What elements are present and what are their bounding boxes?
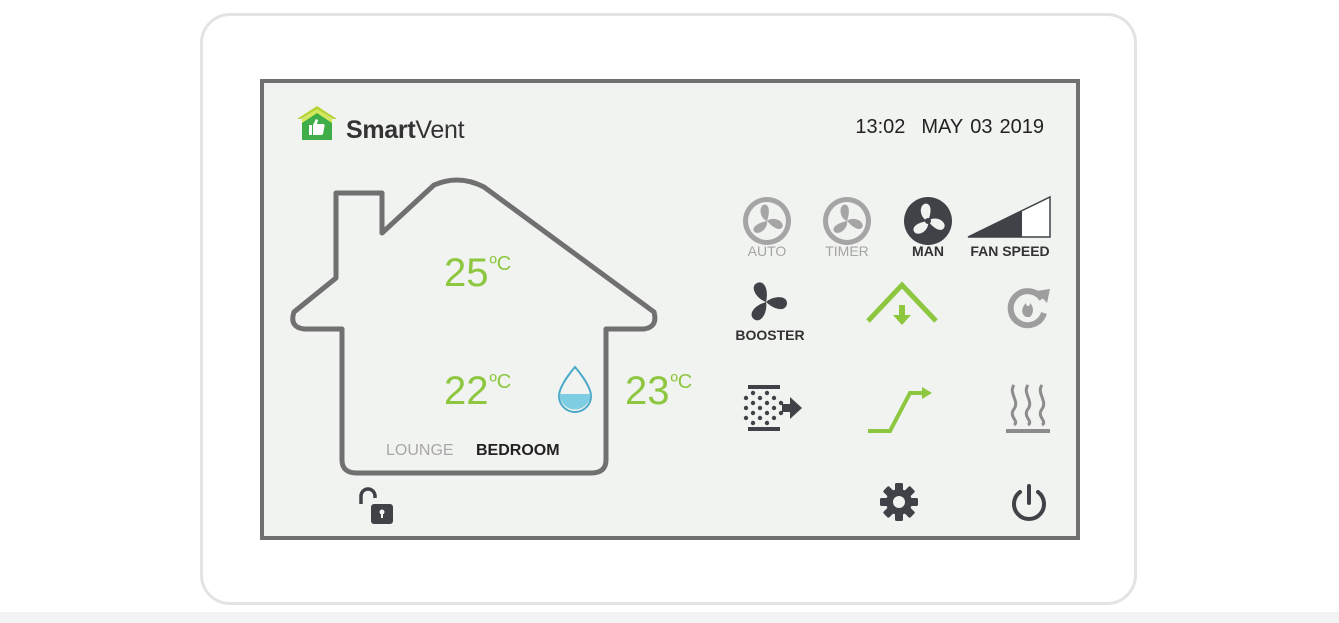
fan-speed-ramp-icon	[967, 195, 1051, 238]
ramp-button[interactable]	[866, 379, 934, 437]
top-temp-unit: ºC	[489, 253, 512, 275]
time-text: 13:02	[855, 116, 906, 138]
heat-waves-icon	[1006, 384, 1050, 433]
fan-icon	[823, 197, 871, 245]
year-text: 2019	[999, 116, 1045, 138]
right-temp-unit: ºC	[670, 371, 693, 393]
summer-bypass-button[interactable]	[864, 279, 940, 329]
left-temperature: 22ºC	[444, 369, 511, 414]
page-bottom-strip	[0, 612, 1339, 623]
unlocked-padlock-icon[interactable]	[356, 484, 396, 528]
left-temp-value: 22	[444, 369, 489, 413]
fan-speed-button[interactable]	[966, 195, 1052, 239]
fan-icon	[743, 197, 791, 245]
day-text: 03	[970, 116, 993, 138]
filter-button[interactable]	[742, 383, 804, 433]
datetime-display: 13:02 MAY 03 2019	[855, 116, 1044, 139]
booster-label: BOOSTER	[735, 327, 805, 343]
gear-icon	[880, 483, 918, 521]
roof-down-arrow-icon	[866, 281, 938, 325]
refresh-flame-icon	[1007, 288, 1050, 329]
water-drop-icon	[556, 365, 594, 413]
top-temperature: 25ºC	[444, 251, 511, 296]
left-temp-unit: ºC	[489, 371, 512, 393]
heating-button[interactable]	[1004, 381, 1054, 437]
manual-mode-button[interactable]	[902, 195, 954, 247]
filter-arrow-icon	[743, 385, 802, 431]
right-temperature: 23ºC	[625, 369, 692, 414]
room-lounge-tab[interactable]: LOUNGE	[386, 442, 454, 460]
timer-mode-button[interactable]	[821, 195, 873, 247]
timer-mode-label: TIMER	[825, 243, 869, 259]
month-text: MAY	[921, 116, 964, 138]
fan-icon	[751, 282, 787, 321]
room-bedroom-tab[interactable]: BEDROOM	[476, 442, 560, 460]
fan-icon	[904, 197, 952, 245]
auto-mode-label: AUTO	[747, 243, 787, 259]
manual-mode-label: MAN	[912, 243, 944, 259]
booster-button[interactable]	[741, 279, 791, 325]
settings-button[interactable]	[878, 481, 920, 523]
auto-mode-button[interactable]	[741, 195, 793, 247]
right-temp-value: 23	[625, 369, 670, 413]
recirculation-button[interactable]	[1004, 283, 1054, 329]
step-arrow-icon	[868, 387, 932, 433]
fan-speed-label: FAN SPEED	[970, 243, 1050, 259]
top-temp-value: 25	[444, 251, 489, 295]
power-icon	[1012, 484, 1046, 521]
touch-screen: SmartVent 13:02 MAY 03 2019 25ºC 22ºC 23ºC …	[260, 79, 1080, 540]
power-button[interactable]	[1008, 483, 1050, 525]
